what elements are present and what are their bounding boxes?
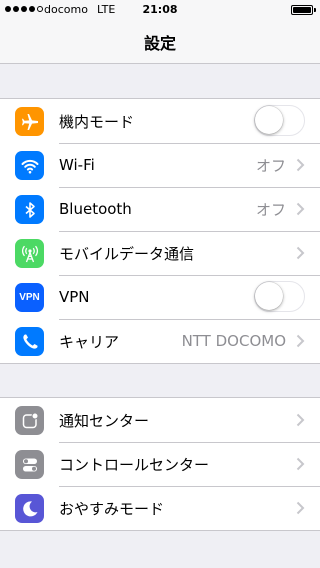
settings-row-carrier[interactable]: キャリア NTT DOCOMO — [0, 319, 320, 363]
settings-row-label: おやすみモード — [59, 499, 165, 518]
settings-row-value: オフ — [255, 156, 286, 175]
chevron-right-icon — [296, 501, 305, 515]
toggle-knob — [255, 106, 283, 134]
chevron-right-icon — [296, 334, 305, 348]
toggle-knob — [255, 282, 283, 310]
chevron-right-icon — [296, 202, 305, 216]
moon-icon — [15, 494, 44, 523]
phone-icon — [15, 327, 44, 356]
chevron-right-icon — [296, 413, 305, 427]
settings-row-control-center[interactable]: コントロールセンター — [0, 442, 320, 486]
bluetooth-icon — [15, 195, 44, 224]
vpn-icon-text: VPN — [19, 292, 40, 303]
control-center-icon — [15, 450, 44, 479]
page-title: 設定 — [143, 33, 176, 53]
settings-row-label: 機内モード — [59, 112, 135, 131]
status-bar: docomo LTE 21:08 — [0, 0, 320, 20]
settings-row-vpn[interactable]: VPN VPN — [0, 275, 320, 319]
airplane-mode-toggle[interactable] — [254, 105, 305, 136]
settings-row-label: Wi-Fi — [59, 156, 95, 174]
settings-row-label: コントロールセンター — [59, 455, 210, 474]
chevron-right-icon — [296, 158, 305, 172]
clock: 21:08 — [142, 3, 178, 16]
navigation-bar: 設定 — [0, 20, 320, 64]
vpn-icon: VPN — [15, 283, 44, 312]
settings-row-notification-center[interactable]: 通知センター — [0, 398, 320, 442]
settings-row-label: VPN — [59, 288, 90, 306]
settings-row-value: オフ — [255, 200, 286, 219]
antenna-icon — [15, 239, 44, 268]
settings-row-label: 通知センター — [59, 411, 150, 430]
airplane-icon — [15, 107, 44, 136]
wifi-icon — [15, 151, 44, 180]
chevron-right-icon — [296, 246, 305, 260]
settings-row-label: Bluetooth — [59, 200, 132, 218]
settings-row-airplane-mode[interactable]: 機内モード — [0, 99, 320, 143]
settings-group-system: 通知センター コントロールセンター おやすみモード — [0, 397, 320, 531]
notification-center-icon — [15, 406, 44, 435]
settings-row-label: キャリア — [59, 332, 120, 351]
battery-icon — [291, 5, 316, 15]
chevron-right-icon — [296, 457, 305, 471]
settings-row-wifi[interactable]: Wi-Fi オフ — [0, 143, 320, 187]
settings-row-mobile-data[interactable]: モバイルデータ通信 — [0, 231, 320, 275]
settings-row-bluetooth[interactable]: Bluetooth オフ — [0, 187, 320, 231]
settings-group-connectivity: 機内モード Wi-Fi オフ Bluetooth オフ モバイルデータ通信 VP… — [0, 98, 320, 364]
settings-row-value: NTT DOCOMO — [181, 332, 286, 350]
vpn-toggle[interactable] — [254, 281, 305, 312]
settings-row-label: モバイルデータ通信 — [59, 244, 195, 263]
settings-row-do-not-disturb[interactable]: おやすみモード — [0, 486, 320, 530]
